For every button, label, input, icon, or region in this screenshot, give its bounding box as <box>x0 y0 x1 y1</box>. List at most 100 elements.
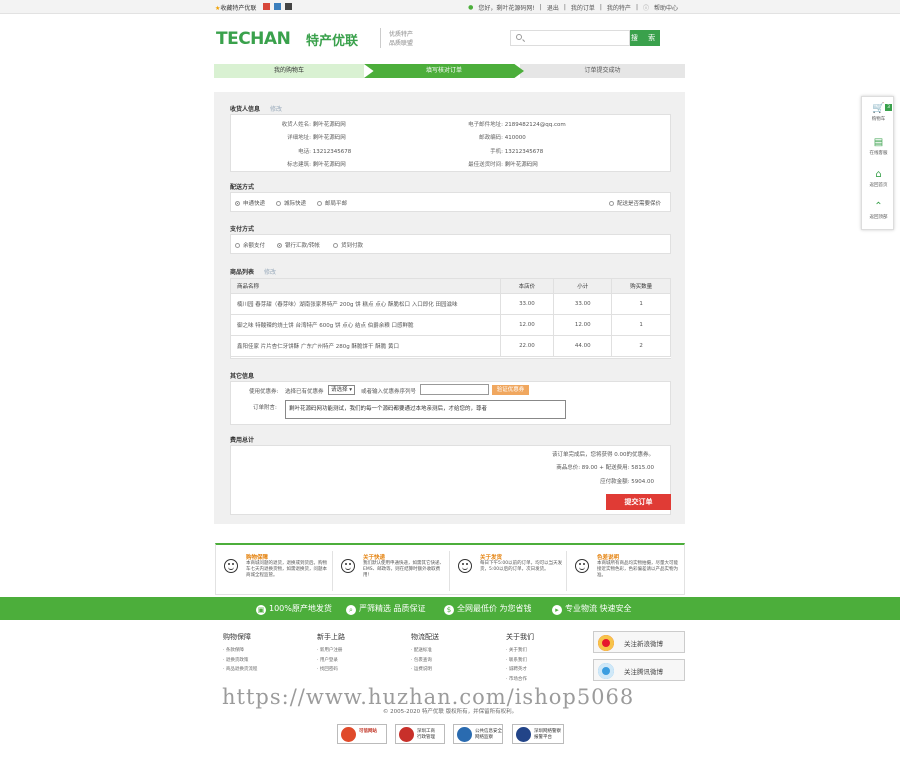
consignee-mobile: 13212345678 <box>504 149 544 155</box>
footer-link[interactable]: · 用户登录 <box>317 656 345 666</box>
shield-icon <box>457 727 472 742</box>
logo-cn[interactable]: 特产优联 <box>306 30 358 49</box>
totals-title: 费用总计 <box>230 437 255 444</box>
shipping-option-city[interactable]: 城际快递 <box>276 199 306 207</box>
help-icon: ⓘ <box>642 5 649 12</box>
radio-icon <box>276 201 281 206</box>
goods-name-link[interactable]: 御之味 特酸辣的烧土饼 台湾特产 600g 饼 点心 结点 伯爵余粮 口感鲜脆 <box>231 314 501 336</box>
consignee-title: 收货人信息 修改 <box>230 106 283 113</box>
qrcode-small-icon[interactable] <box>285 3 292 10</box>
step-cart: 我的购物车 <box>214 64 364 78</box>
coupon-select[interactable]: 请选择 ▾ <box>328 385 356 395</box>
submit-order-button[interactable]: 提交订单 <box>606 494 671 510</box>
footer-link[interactable]: · 市场合作 <box>506 675 534 685</box>
coupon-hint: 选择已有优惠券 <box>285 389 324 395</box>
coupon-or: 或者输入优惠券序列号 <box>361 389 417 395</box>
logo[interactable]: TECHAN <box>216 29 291 49</box>
feature-express: 关于快递 我们默认使用申通快递，如需其它快递、EMS、邮政等，则在结算时额外收取费… <box>333 551 450 591</box>
checkout-steps: 我的购物车 订单提交成功 填写核对订单 <box>214 64 685 78</box>
goods-table-box: 商品名称 本店价 小计 购买数量 楠川园 春芽甜（春芽味）湖南张家界特产 200… <box>230 278 671 359</box>
promo-price: $ 全网最低价 为您省钱 <box>444 603 532 615</box>
order-panel: 收货人信息 修改 收货人姓名: 剩叶花源码网 电子邮件地址: 2189482124… <box>214 92 685 524</box>
memo-label: 订单附言: <box>253 405 277 411</box>
my-orders-link[interactable]: 我的订单 <box>571 3 595 12</box>
divider <box>380 28 381 48</box>
chat-icon: ▤ <box>873 137 884 148</box>
footer-link[interactable]: · 运费说明 <box>411 665 439 675</box>
qq-small-icon[interactable] <box>274 3 281 10</box>
goods-title: 商品列表 修改 <box>230 269 277 276</box>
coupon-serial-input[interactable] <box>420 384 489 395</box>
table-row: 楠川园 春芽甜（春芽味）湖南张家界特产 200g 饼 糕点 点心 酥脆松口 入口… <box>231 293 671 315</box>
promo-origin: ▣ 100%原产地发货 <box>256 604 332 615</box>
footer-link[interactable]: · 配送标准 <box>411 646 439 656</box>
footer-link[interactable]: · 商品退换货流程 <box>223 665 257 675</box>
favorite-link[interactable]: ★收藏特产优联 <box>215 3 256 12</box>
badge-trusted-site[interactable]: 可信网站 <box>337 724 387 744</box>
payment-option-cod[interactable]: 货到付款 <box>333 241 363 249</box>
user-icon: ● <box>468 4 474 11</box>
sina-small-icon[interactable] <box>263 3 270 10</box>
top-bar: ★收藏特产优联 ● 您好，剩叶花源码网! | 退出 | 我的订单 | 我的特产 … <box>0 0 900 14</box>
badge-police[interactable]: 深圳网络警察 报警平台 <box>512 724 564 744</box>
tencent-weibo-icon <box>598 663 614 679</box>
side-service[interactable]: ▤ 在线客服 <box>862 137 895 156</box>
emblem-icon <box>399 727 414 742</box>
police-icon <box>516 727 531 742</box>
search-icon <box>516 34 522 40</box>
smile-icon <box>458 559 472 573</box>
footer-link[interactable]: · 包裹查询 <box>411 656 439 666</box>
goods-name-link[interactable]: 鑫阳佳家 片片杏仁牙饼酥 广东广州特产 280g 酥脆饼干 酥脆 黄口 <box>231 335 501 357</box>
footer-link[interactable]: · 退换货政策 <box>223 656 257 666</box>
watermark: https://www.huzhan.com/ishop5068 <box>222 685 635 709</box>
step-confirm: 填写核对订单 <box>364 64 524 78</box>
other-box: 使用优惠券: 选择已有优惠券 请选择 ▾ 或者输入优惠券序列号 验证优惠券 订单… <box>230 381 671 425</box>
consignee-email: 2189482124@qq.com <box>504 122 566 128</box>
footer-col-about: 关于我们 · 关于我们 · 联系我们 · 诚聘英才 · 市场合作 <box>506 632 534 684</box>
follow-tencent-weibo[interactable]: 关注腾讯微博 <box>593 659 685 681</box>
search-input[interactable] <box>510 30 630 46</box>
verify-coupon-button[interactable]: 验证优惠券 <box>492 385 529 395</box>
consignee-zip: 410000 <box>504 135 526 141</box>
badge-security[interactable]: 公共信息安全 网络监察 <box>453 724 503 744</box>
footer-link[interactable]: · 联系我们 <box>506 656 534 666</box>
search-button[interactable]: 搜 索 <box>630 30 660 46</box>
badge-commerce[interactable]: 深圳工商 行政管理 <box>395 724 445 744</box>
amount-due: 应付款金额: 5904.00 <box>600 479 654 485</box>
copyright: © 2005-2020 特产优联 版权所有，并保留所有权利。 <box>382 709 518 715</box>
footer-link[interactable]: · 关于我们 <box>506 646 534 656</box>
side-cart[interactable]: 🛒 购物车 3 <box>862 103 895 122</box>
magnifier-icon: ⌕ <box>346 605 356 615</box>
shipping-option-post[interactable]: 邮局平邮 <box>317 199 347 207</box>
table-header: 商品名称 本店价 小计 购买数量 <box>231 279 671 294</box>
footer-link[interactable]: · 找回密码 <box>317 665 345 675</box>
truck-icon: ▸ <box>552 605 562 615</box>
shipping-option-sto[interactable]: 申通快递 <box>235 199 265 207</box>
consignee-name: 剩叶花源码网 <box>312 122 346 128</box>
help-link[interactable]: 帮助中心 <box>654 3 678 12</box>
side-top[interactable]: ⌃ 返回顶部 <box>862 201 895 220</box>
follow-sina-weibo[interactable]: 关注新浪微博 <box>593 631 685 653</box>
feature-color: 色差说明 本商城所有商品均实物拍摄，尽量大可能接近实物色彩，色彩偏差请以产品实物为… <box>567 551 684 591</box>
payment-option-balance[interactable]: 余额支付 <box>235 241 265 249</box>
totals-box: 该订单完成后，您将获得 0.00的优惠券。 商品总价: 89.00 + 配送费用… <box>230 445 671 515</box>
my-specialty-link[interactable]: 我的特产 <box>607 3 631 12</box>
logout-link[interactable]: 退出 <box>547 3 559 12</box>
step-success: 订单提交成功 <box>520 64 685 78</box>
footer-link[interactable]: · 条款保障 <box>223 646 257 656</box>
goods-edit-link[interactable]: 修改 <box>264 269 276 276</box>
side-home[interactable]: ⌂ 返回首页 <box>862 169 895 188</box>
shipping-title: 配送方式 <box>230 184 255 191</box>
consignee-address: 剩叶花源码网 <box>312 135 346 141</box>
memo-textarea[interactable]: 剩叶花源码网功能测试，我们的每一个源码都要通过本地亲测后，才给您的，尊者 <box>285 400 566 419</box>
footer-link[interactable]: · 新用户注册 <box>317 646 345 656</box>
greeting: 您好，剩叶花源码网! <box>478 5 535 12</box>
goods-name-link[interactable]: 楠川园 春芽甜（春芽味）湖南张家界特产 200g 饼 糕点 点心 酥脆松口 入口… <box>231 293 501 315</box>
payment-option-bank[interactable]: 银行汇款/转帐 <box>277 241 320 249</box>
radio-icon <box>333 243 338 248</box>
box-icon: ▣ <box>256 605 266 615</box>
footer-link[interactable]: · 诚聘英才 <box>506 665 534 675</box>
consignee-box: 收货人姓名: 剩叶花源码网 电子邮件地址: 2189482124@qq.com … <box>230 114 671 172</box>
consignee-edit-link[interactable]: 修改 <box>270 106 282 113</box>
insure-checkbox[interactable]: 配送是否需要保价 <box>609 199 661 207</box>
